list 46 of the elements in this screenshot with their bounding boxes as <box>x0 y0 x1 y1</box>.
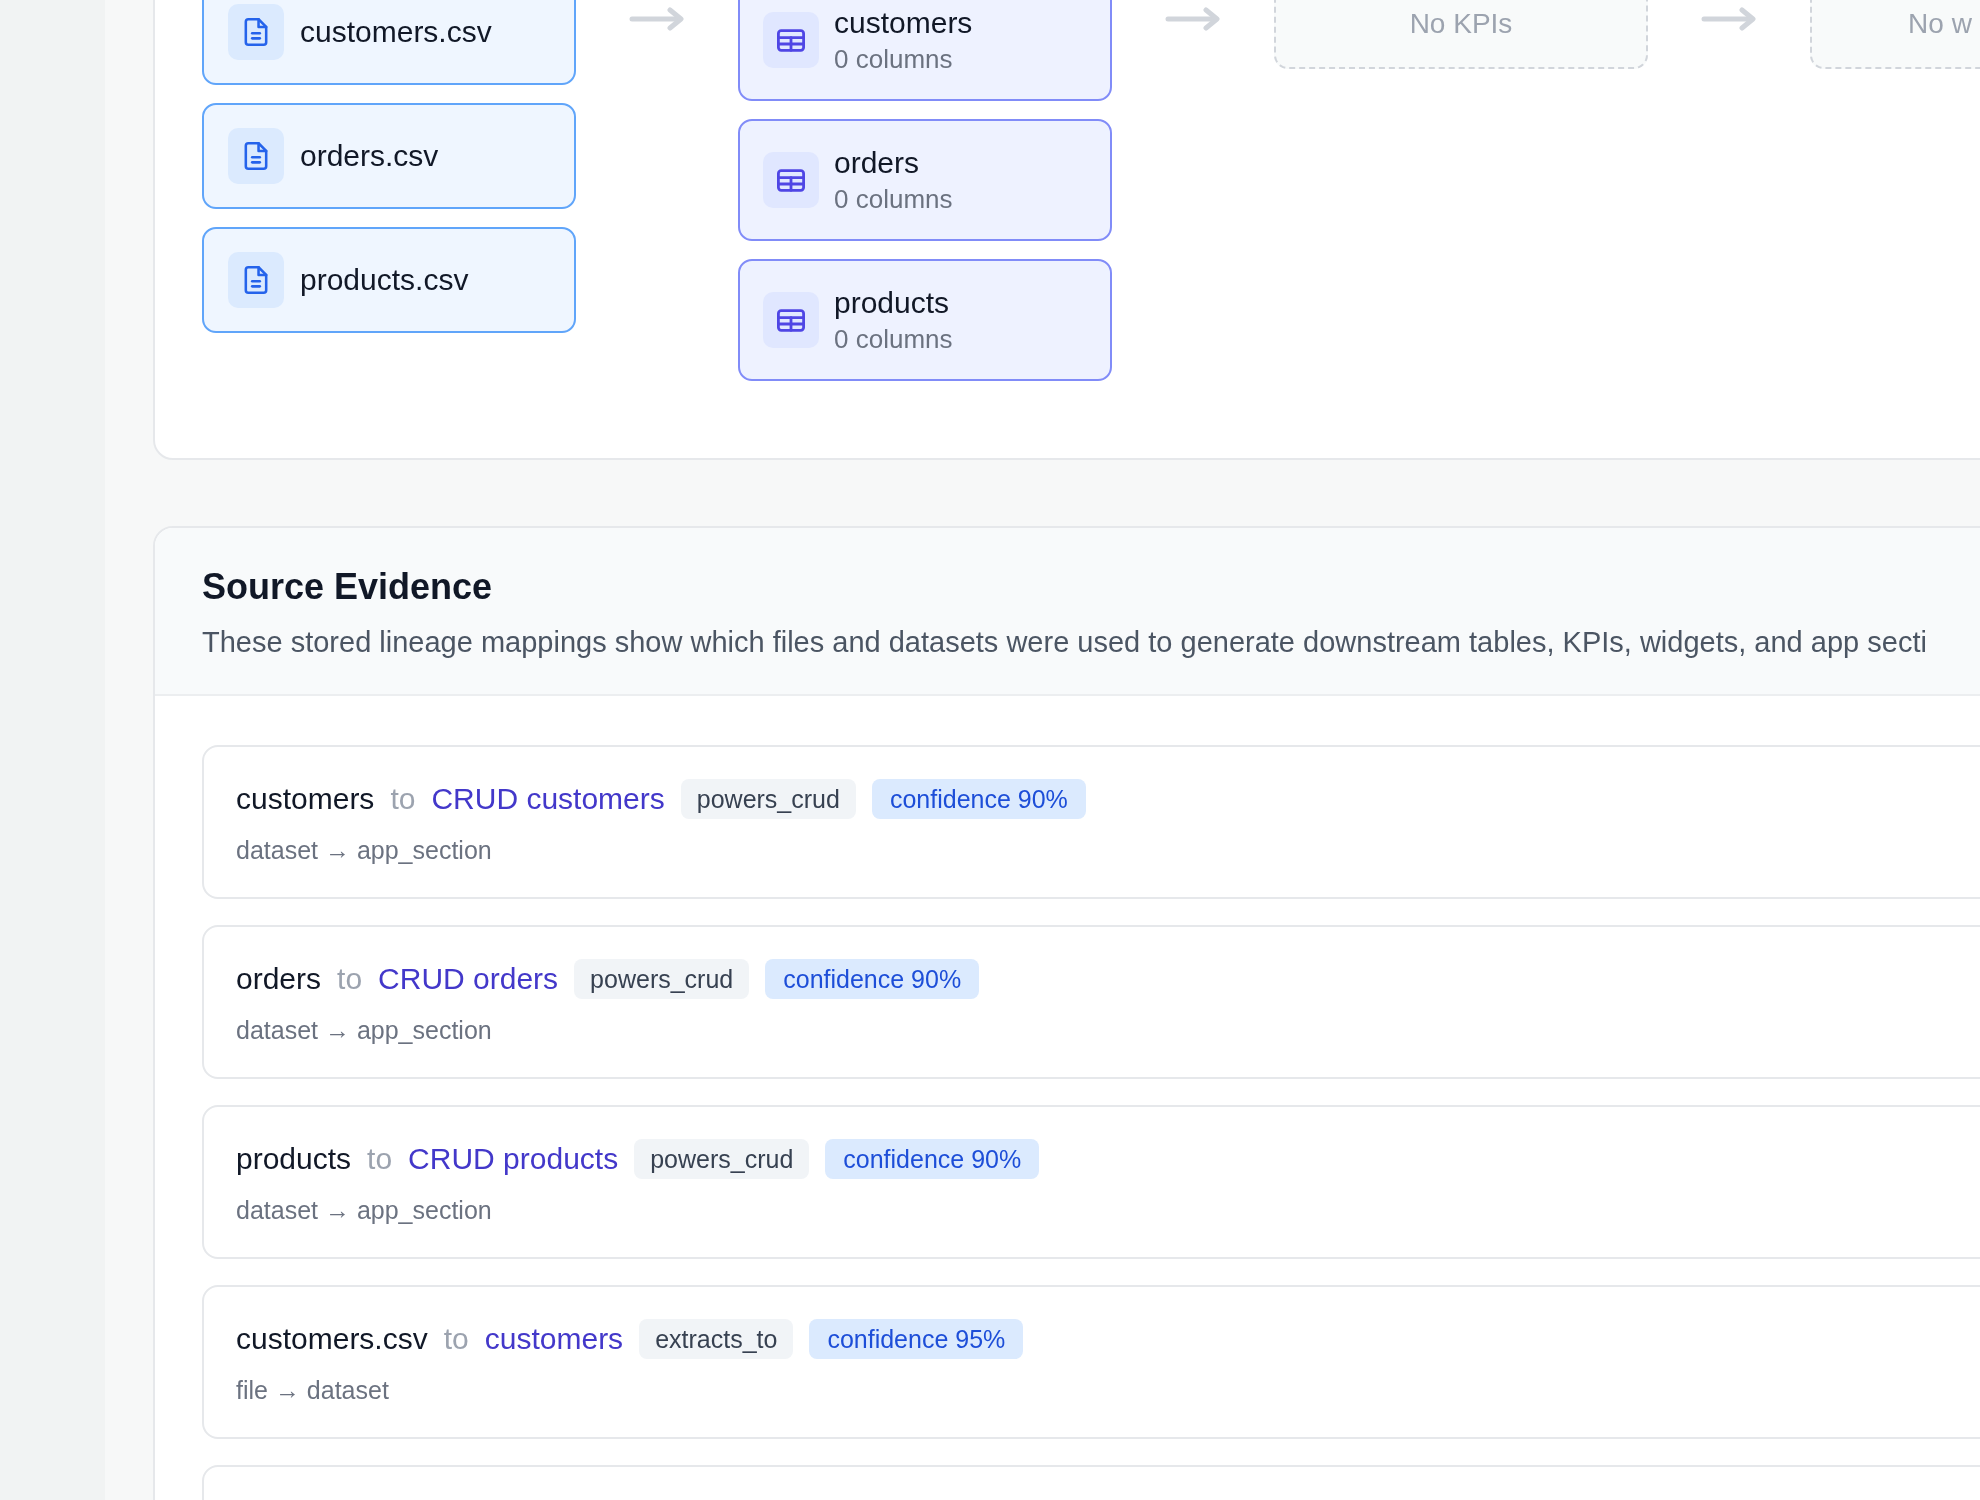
document-icon <box>228 4 284 60</box>
lineage-path: dataset → app_section <box>236 1015 493 1046</box>
right-arrow-icon <box>629 7 685 31</box>
target-link[interactable]: customers <box>484 1321 624 1357</box>
section-title: Source Evidence <box>202 566 494 608</box>
relation-tag: powers_crud <box>574 959 750 999</box>
lineage-path: dataset → app_section <box>236 835 493 866</box>
source-name: customers <box>236 781 375 817</box>
file-name: customers.csv <box>300 14 492 50</box>
relation-tag: extracts_to <box>639 1319 794 1359</box>
lineage-path: file → dataset <box>236 1375 390 1406</box>
lineage-path: dataset → app_section <box>236 1195 493 1226</box>
connector-text: to <box>443 1321 469 1357</box>
table-icon <box>763 12 819 68</box>
confidence-tag: confidence 90% <box>825 1139 1040 1179</box>
target-link[interactable]: CRUD customers <box>431 781 665 817</box>
column-count: 0 columns <box>834 323 953 355</box>
right-arrow-icon <box>1701 7 1757 31</box>
table-icon <box>763 152 819 208</box>
source-name: products <box>236 1141 352 1177</box>
dataset-name: customers <box>834 5 973 41</box>
column-count: 0 columns <box>834 43 954 75</box>
right-arrow-icon <box>1165 7 1221 31</box>
empty-message: No w <box>1908 7 1972 41</box>
target-link[interactable]: CRUD products <box>408 1141 619 1177</box>
connector-text: to <box>367 1141 393 1177</box>
empty-message: No KPIs <box>1409 7 1513 41</box>
dataset-name: products <box>834 285 951 321</box>
source-name: orders <box>236 961 322 997</box>
connector-text: to <box>390 781 416 817</box>
section-description: These stored lineage mappings show which files and datasets were used to generate downstream tables, KPIs, widgets, and app secti <box>202 625 1928 660</box>
table-icon <box>763 292 819 348</box>
column-count: 0 columns <box>834 183 953 215</box>
file-name: orders.csv <box>300 138 439 174</box>
relation-tag: powers_crud <box>680 779 856 819</box>
target-link[interactable]: CRUD orders <box>378 961 559 997</box>
relation-tag: powers_crud <box>634 1139 810 1179</box>
connector-text: to <box>337 961 363 997</box>
dataset-name: orders <box>834 145 921 181</box>
source-name: customers.csv <box>236 1321 428 1357</box>
confidence-tag: confidence 90% <box>871 779 1086 819</box>
confidence-tag: confidence 90% <box>765 959 980 999</box>
document-icon <box>228 128 284 184</box>
confidence-tag: confidence 95% <box>809 1319 1024 1359</box>
file-name: products.csv <box>300 262 469 298</box>
document-icon <box>228 252 284 308</box>
